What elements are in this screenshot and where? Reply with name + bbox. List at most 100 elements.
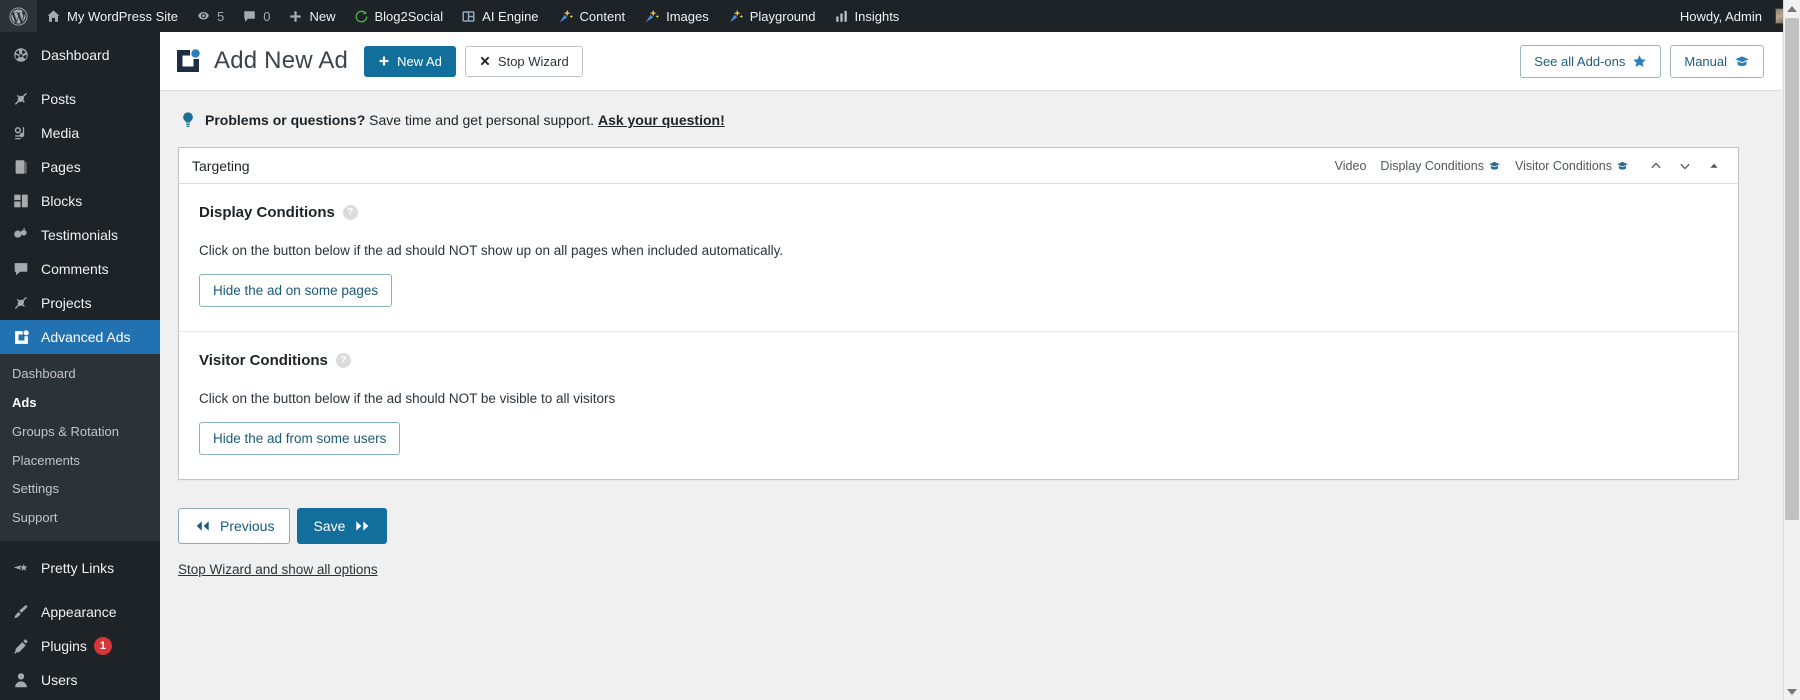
help-icon[interactable]: ? [336,353,351,368]
home-icon [46,9,61,24]
sidebar-item-media[interactable]: Media [0,116,160,150]
sidebar-item-label: Dashboard [41,48,110,62]
sidebar-item-plugins[interactable]: Plugins 1 [0,629,160,663]
submenu-item-support[interactable]: Support [0,504,160,533]
panel-link-display-conditions[interactable]: Display Conditions [1380,159,1501,173]
section-title-row: Display Conditions ? [199,204,1718,221]
graduation-cap-icon [1616,160,1629,172]
sidebar-item-dashboard[interactable]: Dashboard [0,38,160,72]
content-menu[interactable]: Content [548,0,635,32]
plus-icon [378,55,390,67]
new-ad-label: New Ad [397,55,442,68]
panel-link-label: Visitor Conditions [1515,159,1612,173]
sidebar-item-appearance[interactable]: Appearance [0,595,160,629]
panel-link-label: Display Conditions [1380,159,1484,173]
double-arrow-left-icon [194,520,211,532]
submenu-item-placements[interactable]: Placements [0,447,160,476]
new-content-menu[interactable]: New [279,0,344,32]
sidebar-item-label: Pretty Links [41,561,114,575]
blocks-icon [10,191,32,211]
manual-label: Manual [1684,55,1727,68]
blog2social-menu[interactable]: Blog2Social [345,0,453,32]
images-menu[interactable]: Images [634,0,718,32]
previous-label: Previous [220,518,274,534]
sidebar-item-pretty-links[interactable]: Pretty Links [0,551,160,585]
submenu-item-groups-rotation[interactable]: Groups & Rotation [0,418,160,447]
scrollbar-up-arrow[interactable] [1784,0,1800,17]
triangle-up-icon [1787,6,1797,12]
stop-wizard-button[interactable]: Stop Wizard [465,46,583,77]
notice-strong: Problems or questions? [205,112,365,128]
ai-engine-icon [461,9,476,24]
sidebar-item-comments[interactable]: Comments [0,252,160,286]
advanced-ads-logo [174,47,202,75]
ai-engine-menu[interactable]: AI Engine [452,0,547,32]
support-notice: Problems or questions? Save time and get… [160,91,1782,147]
hide-ad-on-some-pages-button[interactable]: Hide the ad on some pages [199,274,392,307]
submenu-item-settings[interactable]: Settings [0,475,160,504]
stop-wizard-show-all-options-link[interactable]: Stop Wizard and show all options [178,562,378,577]
playground-menu[interactable]: Playground [718,0,825,32]
scrollbar-thumb[interactable] [1785,18,1799,520]
wordpress-logo-menu[interactable] [0,0,37,32]
blog2social-icon [354,9,369,24]
updates-icon [196,9,211,24]
previous-button[interactable]: Previous [178,508,290,544]
double-arrow-right-icon [354,520,371,532]
sidebar-item-posts[interactable]: Posts [0,82,160,116]
section-description: Click on the button below if the ad shou… [199,243,1718,258]
my-account-menu[interactable]: Howdy, Admin [1671,0,1800,32]
ai-engine-label: AI Engine [482,10,538,23]
panel-header-links: Video Display Conditions Visitor Conditi… [1335,159,1629,173]
pin-icon [10,293,32,313]
pages-icon [10,157,32,177]
panel-link-video[interactable]: Video [1335,159,1367,173]
sidebar-item-users[interactable]: Users [0,663,160,697]
pin-icon [10,89,32,109]
manual-button[interactable]: Manual [1670,45,1764,78]
updates-menu[interactable]: 5 [187,0,233,32]
comments-menu[interactable]: 0 [233,0,279,32]
close-icon [479,55,491,67]
help-icon[interactable]: ? [343,205,358,220]
submenu-item-ads[interactable]: Ads [0,389,160,418]
targeting-panel: Targeting Video Display Conditions Visit… [178,147,1739,480]
visitor-conditions-section: Visitor Conditions ? Click on the button… [179,331,1738,479]
user-icon [10,670,32,690]
sidebar-item-projects[interactable]: Projects [0,286,160,320]
submenu-item-dashboard[interactable]: Dashboard [0,360,160,389]
notice-text: Problems or questions? Save time and get… [205,112,725,128]
admin-bar: My WordPress Site 5 0 New Blog2Social AI… [0,0,1800,32]
collapse-triangle-icon[interactable] [1701,153,1727,179]
panel-link-visitor-conditions[interactable]: Visitor Conditions [1515,159,1629,173]
wizard-actions: Previous Save [160,480,1782,544]
scrollbar-down-arrow[interactable] [1784,683,1800,700]
sidebar-item-testimonials[interactable]: Testimonials [0,218,160,252]
page-scrollbar[interactable] [1783,0,1800,700]
sidebar-item-label: Testimonials [41,228,118,242]
updates-count: 5 [217,9,224,24]
chevron-up-icon[interactable] [1643,153,1669,179]
ask-your-question-link[interactable]: Ask your question! [598,112,725,128]
wordpress-logo-icon [9,7,28,26]
insights-menu[interactable]: Insights [825,0,909,32]
howdy-label: Howdy, Admin [1680,10,1762,23]
sidebar-item-blocks[interactable]: Blocks [0,184,160,218]
sidebar-item-pages[interactable]: Pages [0,150,160,184]
see-all-addons-button[interactable]: See all Add-ons [1520,45,1661,78]
hide-ad-from-some-users-button[interactable]: Hide the ad from some users [199,422,400,455]
display-conditions-section: Display Conditions ? Click on the button… [179,184,1738,331]
graduation-cap-icon [1488,160,1501,172]
site-name-menu[interactable]: My WordPress Site [37,0,187,32]
main-content: Add New Ad New Ad Stop Wizard See all Ad… [160,32,1782,700]
chevron-down-icon[interactable] [1672,153,1698,179]
sidebar-item-label: Pages [41,160,81,174]
save-button[interactable]: Save [297,508,387,544]
sidebar-item-label: Comments [41,262,109,276]
sidebar-item-label: Projects [41,296,92,310]
sparkle-icon [727,8,744,25]
sidebar-item-advanced-ads[interactable]: Advanced Ads [0,320,160,354]
new-ad-button[interactable]: New Ad [364,46,456,77]
panel-link-label: Video [1335,159,1367,173]
insights-label: Insights [855,10,900,23]
